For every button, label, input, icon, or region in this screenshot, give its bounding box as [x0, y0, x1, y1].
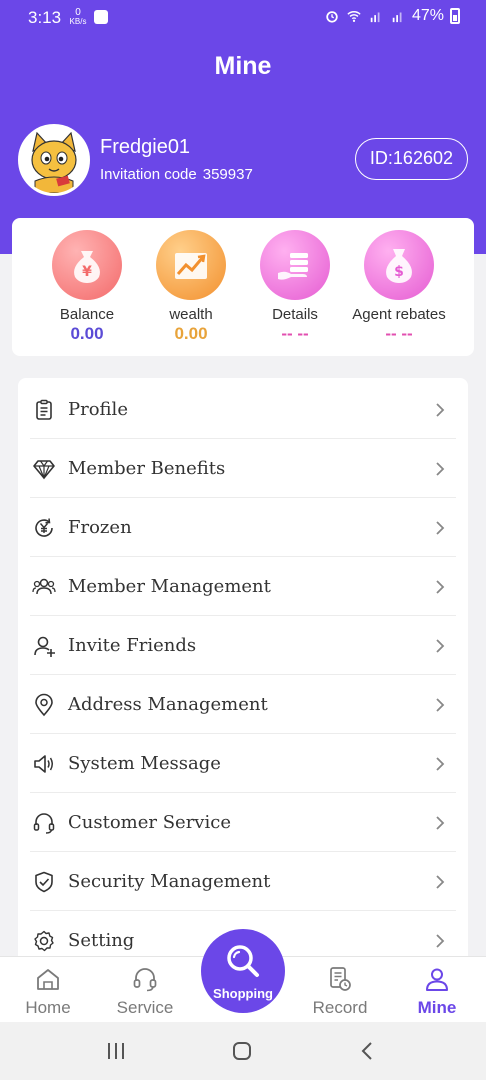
- tab-record[interactable]: Record: [295, 957, 385, 1023]
- invitation-code: Invitation code 359937: [100, 166, 253, 183]
- menu-item-profile[interactable]: Profile: [18, 380, 468, 439]
- menu-item-label: Member Management: [68, 576, 271, 597]
- menu-item-invite-friends[interactable]: Invite Friends: [18, 616, 468, 675]
- stat-wealth[interactable]: wealth 0.00: [135, 230, 247, 344]
- chevron-right-icon: [436, 874, 445, 889]
- menu-item-label: Customer Service: [68, 812, 231, 833]
- system-nav-bar: [0, 1022, 486, 1080]
- net-speed-unit: KB/s: [69, 17, 87, 26]
- shield-check-icon: [35, 871, 53, 892]
- home-icon: [37, 969, 59, 990]
- chevron-right-icon: [436, 402, 445, 417]
- stat-label: Details: [272, 306, 318, 323]
- speaker-icon: [34, 754, 53, 773]
- money-bag-dollar-icon: $: [364, 230, 434, 300]
- menu-item-label: System Message: [68, 753, 221, 774]
- menu-item-label: Profile: [68, 399, 128, 420]
- tab-shopping[interactable]: Shopping: [201, 929, 285, 1013]
- menu-item-customer-service[interactable]: Customer Service: [18, 793, 468, 852]
- username: Fredgie01: [100, 136, 191, 158]
- svg-text:$: $: [394, 264, 404, 280]
- tab-label: Home: [25, 998, 71, 1017]
- chevron-right-icon: [436, 638, 445, 653]
- stat-value: -- --: [385, 324, 413, 343]
- header-background: [0, 0, 486, 254]
- battery-percent: 47%: [411, 7, 444, 24]
- tab-label: Shopping: [213, 986, 273, 1001]
- cat-avatar-icon: [21, 127, 87, 193]
- battery-icon: [450, 8, 460, 24]
- status-bar: 3:13 0 KB/s 47%: [0, 0, 486, 36]
- headset-icon: [133, 968, 157, 992]
- person-icon: [426, 968, 448, 991]
- chevron-right-icon: [436, 756, 445, 771]
- hand-coins-icon: [260, 230, 330, 300]
- gear-icon: [34, 930, 54, 951]
- money-bag-yen-icon: ¥: [52, 230, 122, 300]
- stat-value: -- --: [281, 324, 309, 343]
- avatar[interactable]: [18, 124, 90, 196]
- menu-item-security-management[interactable]: Security Management: [18, 852, 468, 911]
- yen-cycle-icon: [35, 517, 53, 537]
- home-button-icon[interactable]: [230, 1040, 254, 1062]
- tab-label: Mine: [417, 998, 457, 1017]
- chevron-right-icon: [436, 815, 445, 830]
- growth-chart-icon: [156, 230, 226, 300]
- stat-details[interactable]: Details -- --: [239, 230, 351, 344]
- alarm-icon: [326, 11, 338, 23]
- chevron-right-icon: [436, 579, 445, 594]
- diamond-icon: [33, 459, 55, 480]
- menu-item-label: Invite Friends: [68, 635, 197, 656]
- stat-label: Balance: [59, 306, 115, 323]
- users-icon: [32, 578, 56, 594]
- page-title: Mine: [214, 52, 272, 80]
- tab-mine[interactable]: Mine: [392, 957, 482, 1023]
- user-id-badge[interactable]: ID:162602: [354, 138, 468, 180]
- recent-apps-icon[interactable]: [104, 1040, 128, 1062]
- menu-item-system-message[interactable]: System Message: [18, 734, 468, 793]
- svg-text:¥: ¥: [82, 264, 92, 280]
- menu-item-label: Frozen: [68, 517, 132, 538]
- tab-label: Record: [312, 998, 368, 1017]
- menu-item-member-management[interactable]: Member Management: [18, 557, 468, 616]
- stats-card: ¥ Balance 0.00 wealth 0.00 Details -- --…: [12, 218, 474, 356]
- menu-item-label: Security Management: [68, 871, 271, 892]
- shopping-bag-icon: [94, 10, 108, 24]
- tab-label: Service: [116, 998, 174, 1017]
- stat-value: 0.00: [174, 324, 208, 343]
- back-icon[interactable]: [356, 1040, 380, 1062]
- location-pin-icon: [35, 693, 53, 716]
- menu-item-member-benefits[interactable]: Member Benefits: [18, 439, 468, 498]
- status-time: 3:13: [28, 8, 62, 27]
- stat-value: 0.00: [70, 324, 104, 343]
- invitation-code-value: 359937: [202, 166, 253, 183]
- menu-item-label: Setting: [68, 930, 135, 951]
- menu-item-frozen[interactable]: Frozen: [18, 498, 468, 557]
- signal-icon: [370, 12, 380, 23]
- wifi-icon: [347, 11, 361, 22]
- menu-item-label: Address Management: [68, 694, 268, 715]
- stat-label: wealth: [169, 306, 213, 323]
- tab-home[interactable]: Home: [3, 957, 93, 1023]
- signal-icon: [392, 12, 402, 23]
- chevron-right-icon: [436, 520, 445, 535]
- chevron-right-icon: [436, 461, 445, 476]
- user-add-icon: [34, 636, 55, 657]
- clipboard-icon: [36, 399, 52, 420]
- headset-icon: [33, 812, 55, 834]
- menu-list: Profile Member Benefits Frozen Member Ma…: [18, 378, 468, 978]
- tab-service[interactable]: Service: [100, 957, 190, 1023]
- menu-item-address-management[interactable]: Address Management: [18, 675, 468, 734]
- net-speed: 0 KB/s: [68, 8, 88, 26]
- invitation-label: Invitation code: [100, 166, 197, 183]
- menu-item-label: Member Benefits: [68, 458, 226, 479]
- stat-label: Agent rebates: [352, 306, 446, 323]
- stat-agent-rebates[interactable]: $ Agent rebates -- --: [343, 230, 455, 344]
- stat-balance[interactable]: ¥ Balance 0.00: [31, 230, 143, 344]
- search-icon: [227, 945, 259, 977]
- chevron-right-icon: [436, 697, 445, 712]
- record-clock-icon: [330, 967, 351, 991]
- chevron-right-icon: [436, 933, 445, 948]
